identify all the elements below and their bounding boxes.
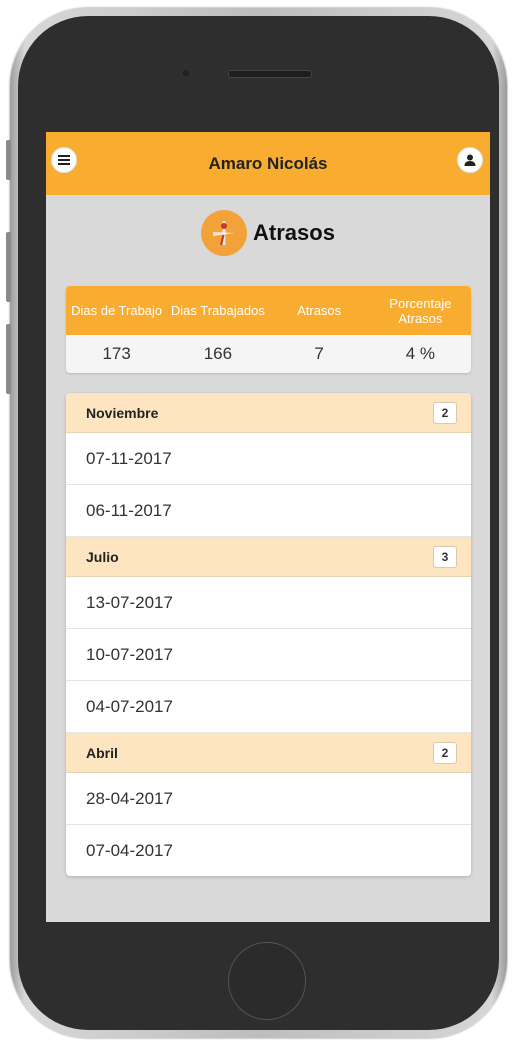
home-button[interactable] <box>228 942 306 1020</box>
list-item[interactable]: 07-11-2017 <box>66 433 471 485</box>
stats-value-cell: 7 <box>314 344 324 363</box>
item-date: 28-04-2017 <box>86 789 173 808</box>
list-item[interactable]: 10-07-2017 <box>66 629 471 681</box>
clock-hand-icon <box>201 210 248 256</box>
list-item[interactable]: 07-04-2017 <box>66 825 471 876</box>
group-count-badge: 3 <box>433 546 457 568</box>
stats-value-cell: 166 <box>203 344 233 363</box>
delays-list: Noviembre 2 07-11-2017 06-11-2017 Julio … <box>66 393 471 876</box>
stats-value-row: 173 166 7 4 % <box>66 335 471 373</box>
item-date: 04-07-2017 <box>86 697 173 716</box>
list-item[interactable]: 04-07-2017 <box>66 681 471 733</box>
stats-header-cell: Dias Trabajados <box>170 303 265 318</box>
item-date: 06-11-2017 <box>86 501 172 520</box>
volume-up-button <box>6 232 11 302</box>
list-item[interactable]: 13-07-2017 <box>66 577 471 629</box>
user-icon <box>464 154 476 166</box>
group-header[interactable]: Abril 2 <box>66 733 471 773</box>
earpiece-speaker <box>228 70 312 78</box>
front-camera <box>181 68 191 78</box>
stats-table: Dias de Trabajo Dias Trabajados Atrasos … <box>66 286 471 373</box>
list-item[interactable]: 06-11-2017 <box>66 485 471 537</box>
stats-value-cell: 4 % <box>405 344 436 363</box>
group-name: Abril <box>86 745 118 761</box>
group-header[interactable]: Noviembre 2 <box>66 393 471 433</box>
app-screen: Amaro Nicolás Atrasos Dias de Trabajo Di… <box>46 132 490 922</box>
stats-header-cell: Porcentaje Atrasos <box>389 295 452 326</box>
item-date: 07-04-2017 <box>86 841 173 860</box>
group-header[interactable]: Julio 3 <box>66 537 471 577</box>
list-item[interactable]: 28-04-2017 <box>66 773 471 825</box>
page-title: Atrasos <box>253 220 335 245</box>
stats-header-cell: Atrasos <box>297 303 342 318</box>
header-title: Amaro Nicolás <box>208 154 328 173</box>
page-heading: Atrasos <box>46 210 490 256</box>
stats-header-row: Dias de Trabajo Dias Trabajados Atrasos … <box>66 286 471 335</box>
item-date: 10-07-2017 <box>86 645 173 664</box>
stats-value-cell: 173 <box>102 344 131 363</box>
item-date: 07-11-2017 <box>86 449 172 468</box>
mute-switch <box>6 140 11 180</box>
volume-down-button <box>6 324 11 394</box>
app-header: Amaro Nicolás <box>46 132 490 195</box>
group-name: Noviembre <box>86 405 159 421</box>
group-count-badge: 2 <box>433 742 457 764</box>
group-count-badge: 2 <box>433 402 457 424</box>
group-name: Julio <box>86 549 119 565</box>
item-date: 13-07-2017 <box>86 593 173 612</box>
stats-header-cell: Dias de Trabajo <box>71 303 163 318</box>
user-button[interactable] <box>457 147 483 173</box>
